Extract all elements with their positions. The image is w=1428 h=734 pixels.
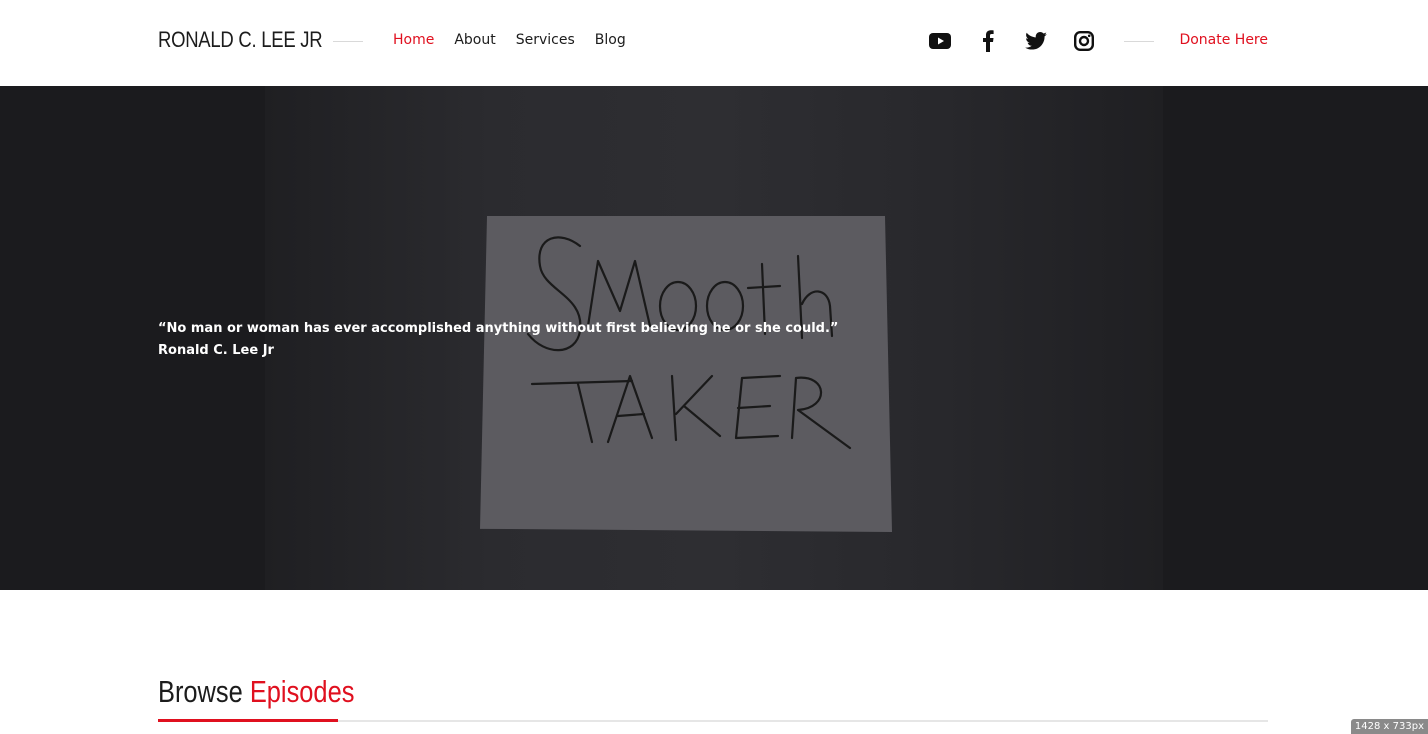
hero-section: “No man or woman has ever accomplished a… — [0, 86, 1428, 590]
hero-sign-handwriting — [526, 236, 852, 450]
browse-heading-underline — [158, 719, 338, 722]
site-header: RONALD C. LEE JR Home About Services Blo… — [0, 0, 1428, 86]
facebook-icon[interactable] — [976, 29, 1000, 53]
twitter-icon[interactable] — [1024, 29, 1048, 53]
quote-text: “No man or woman has ever accomplished a… — [158, 321, 839, 336]
youtube-icon[interactable] — [928, 29, 952, 53]
header-divider — [1124, 41, 1154, 42]
nav-blog-link[interactable]: Blog — [595, 32, 626, 48]
browse-episodes-heading: Browse Episodes — [158, 674, 354, 710]
nav-services-link[interactable]: Services — [516, 32, 575, 48]
donate-link[interactable]: Donate Here — [1179, 32, 1268, 48]
viewport-size-badge: 1428 x 733px — [1350, 719, 1428, 734]
social-links — [928, 29, 1096, 53]
header-divider — [333, 41, 363, 42]
quote-author: Ronald C. Lee Jr — [158, 343, 274, 358]
main-nav: Home About Services Blog — [393, 32, 626, 48]
nav-home-link[interactable]: Home — [393, 32, 434, 48]
browse-heading-accent: Episodes — [249, 674, 355, 709]
site-logo[interactable]: RONALD C. LEE JR — [158, 27, 323, 53]
instagram-icon[interactable] — [1072, 29, 1096, 53]
hero-quote: “No man or woman has ever accomplished a… — [158, 318, 838, 362]
browse-heading-plain: Browse — [158, 674, 243, 709]
nav-about-link[interactable]: About — [454, 32, 495, 48]
